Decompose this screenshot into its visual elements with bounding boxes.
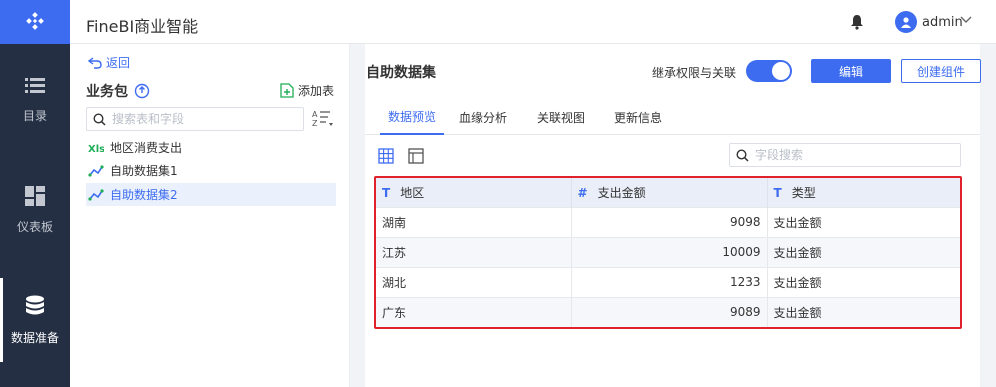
field-search-input[interactable] [755, 148, 955, 162]
tab-update-info[interactable]: 更新信息 [614, 99, 662, 135]
table-row: 广东 9089 支出金额 [376, 296, 960, 327]
text-type-icon: T [382, 185, 391, 200]
self-dataset-icon [88, 164, 104, 177]
top-header: FineBI商业智能 admin [70, 0, 996, 44]
table-header-row: T 地区 # 支出金额 T 类型 [376, 178, 960, 207]
create-component-button[interactable]: 创建组件 [901, 59, 981, 83]
text-type-icon: T [773, 185, 782, 200]
back-arrow-icon [88, 56, 102, 69]
search-icon [736, 148, 749, 162]
tree-item-regional-spending[interactable]: Xls 地区消费支出 [86, 136, 336, 159]
nav-item-data-prep[interactable]: 数据准备 [0, 270, 70, 370]
package-panel: 返回 业务包 添加表 A Z Xls 地区消费支出 [70, 44, 350, 387]
tree-item-label: 地区消费支出 [110, 141, 183, 155]
username[interactable]: admin [922, 15, 963, 30]
cell-type: 支出金额 [767, 296, 960, 327]
add-table-button[interactable]: 添加表 [280, 82, 334, 99]
inherit-permission-label: 继承权限与关联 [652, 66, 737, 80]
svg-text:A: A [312, 110, 318, 119]
cell-type: 支出金额 [767, 206, 960, 237]
self-dataset-icon [88, 188, 104, 201]
nav-item-dashboard[interactable]: 仪表板 [0, 160, 70, 260]
column-label: 地区 [400, 185, 425, 200]
column-label: 支出金额 [597, 185, 646, 200]
column-header-type[interactable]: T 类型 [767, 178, 960, 207]
bell-icon[interactable] [850, 14, 864, 30]
nav-label-data-prep: 数据准备 [10, 330, 59, 345]
cell-amount: 1233 [571, 266, 768, 297]
cell-region: 湖北 [376, 266, 572, 297]
tree-item-label: 自助数据集2 [110, 188, 178, 202]
excel-table-icon: Xls [88, 144, 104, 154]
cell-amount: 10009 [571, 236, 768, 267]
active-indicator [0, 278, 3, 362]
card-view-icon[interactable] [408, 148, 424, 164]
number-type-icon: # [577, 185, 588, 200]
back-link[interactable]: 返回 [88, 54, 130, 71]
add-table-label: 添加表 [298, 84, 335, 98]
tab-lineage[interactable]: 血缘分析 [459, 99, 507, 135]
tab-relation-view[interactable]: 关联视图 [537, 99, 585, 135]
cell-region: 广东 [376, 296, 572, 327]
left-nav: 目录 仪表板 数据准备 [0, 0, 70, 387]
cell-amount: 9098 [571, 206, 768, 237]
tab-bar: 数据预览 血缘分析 关联视图 更新信息 [365, 99, 980, 135]
table-row: 湖北 1233 支出金额 [376, 266, 960, 297]
cell-region: 湖南 [376, 206, 572, 237]
dataset-title: 自助数据集 [366, 65, 436, 81]
avatar[interactable] [895, 11, 917, 33]
logo-icon [26, 12, 44, 30]
svg-text:Xls: Xls [88, 144, 104, 154]
inherit-permission-toggle[interactable] [746, 60, 792, 82]
tab-data-preview[interactable]: 数据预览 [380, 99, 444, 135]
table-field-search [86, 107, 304, 131]
add-table-icon [280, 83, 294, 98]
edit-button[interactable]: 编辑 [811, 59, 891, 83]
package-title: 业务包 [86, 81, 150, 101]
back-label: 返回 [106, 56, 131, 70]
column-label: 类型 [791, 185, 816, 200]
cell-type: 支出金额 [767, 236, 960, 267]
grid-view-icon[interactable] [378, 148, 394, 164]
list-icon [25, 77, 45, 93]
cell-amount: 9089 [571, 296, 768, 327]
package-title-label: 业务包 [86, 84, 128, 100]
tree-item-self-dataset-1[interactable]: 自助数据集1 [86, 159, 336, 182]
column-header-amount[interactable]: # 支出金额 [571, 178, 768, 207]
field-search [729, 143, 961, 167]
nav-label-catalog: 目录 [22, 108, 47, 123]
toggle-knob [772, 62, 790, 80]
database-icon [26, 295, 44, 314]
cell-region: 江苏 [376, 236, 572, 267]
sort-icon[interactable]: A Z [312, 108, 334, 128]
logo[interactable] [0, 0, 70, 44]
svg-text:Z: Z [312, 119, 318, 128]
tree-item-self-dataset-2[interactable]: 自助数据集2 [86, 183, 336, 206]
app-title: FineBI商业智能 [86, 17, 199, 36]
chevron-down-icon[interactable] [960, 16, 972, 24]
tree-item-label: 自助数据集1 [110, 164, 178, 178]
cell-type: 支出金额 [767, 266, 960, 297]
user-icon [901, 17, 911, 28]
data-preview-table: T 地区 # 支出金额 T 类型 湖南 9098 支出金额 江苏 10009 支出金额… [374, 176, 962, 329]
table-field-search-input[interactable] [112, 112, 292, 126]
view-switcher [378, 148, 424, 164]
search-icon [93, 112, 106, 126]
table-row: 湖南 9098 支出金额 [376, 206, 960, 237]
column-header-region[interactable]: T 地区 [376, 178, 572, 207]
table-row: 江苏 10009 支出金额 [376, 236, 960, 267]
nav-label-dashboard: 仪表板 [16, 219, 53, 234]
nav-item-catalog[interactable]: 目录 [0, 50, 70, 150]
dashboard-icon [25, 185, 45, 206]
sync-icon[interactable] [134, 83, 150, 99]
